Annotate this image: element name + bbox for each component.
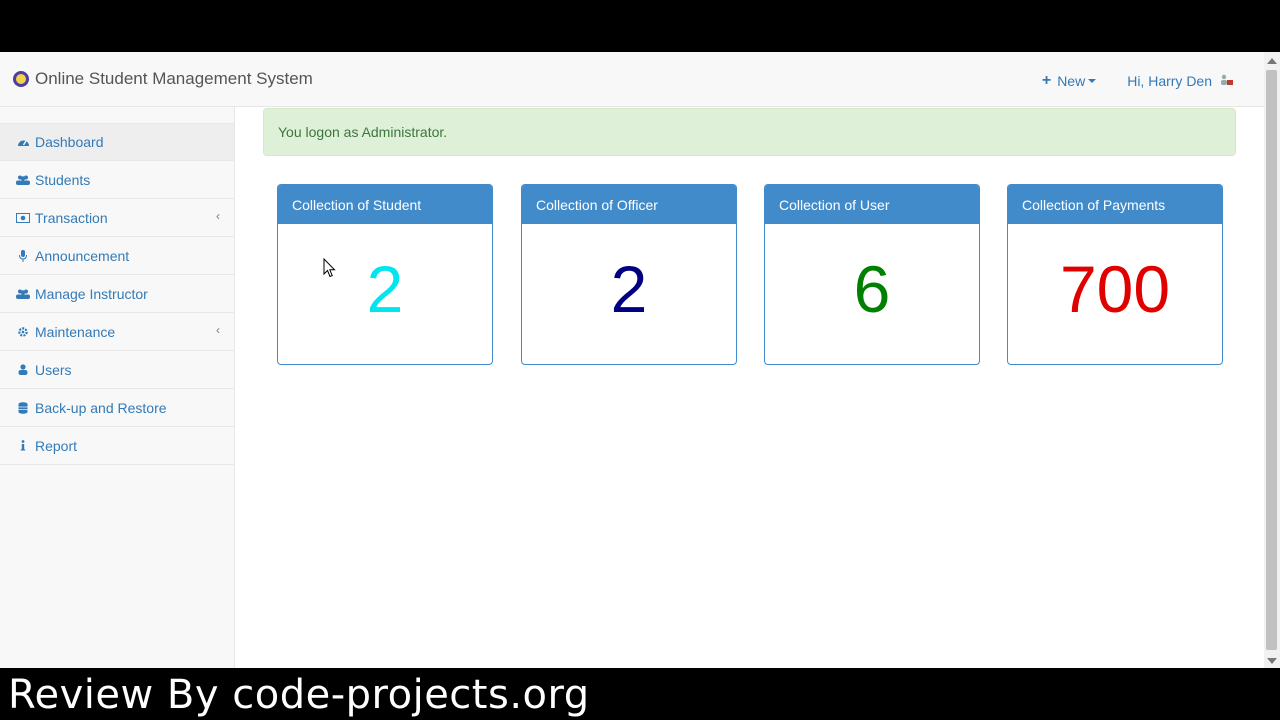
scroll-down-arrow-icon[interactable] <box>1267 658 1277 664</box>
panel-officer[interactable]: Collection of Officer 2 <box>521 184 737 365</box>
new-dropdown-button[interactable]: + New <box>1041 72 1097 89</box>
sidebar-item-label: Manage Instructor <box>35 285 148 302</box>
panel-user[interactable]: Collection of User 6 <box>764 184 980 365</box>
sidebar-item-transaction[interactable]: Transaction ‹ <box>0 199 234 237</box>
microphone-icon <box>16 249 30 262</box>
main-content: You logon as Administrator. Collection o… <box>235 107 1264 668</box>
watermark-text: Review By code-projects.org <box>8 672 590 718</box>
gear-icon <box>16 326 30 338</box>
app-window: Online Student Management System + New H… <box>0 52 1280 668</box>
panel-count: 700 <box>1059 252 1171 326</box>
sidebar-item-users[interactable]: Users <box>0 351 234 389</box>
navbar-right: + New Hi, Harry Den <box>1042 73 1234 89</box>
users-icon <box>16 289 30 299</box>
panel-count: 6 <box>853 252 891 326</box>
caret-down-icon <box>1088 79 1097 83</box>
panel-payments[interactable]: Collection of Payments 700 <box>1007 184 1223 365</box>
user-avatar-icon <box>1220 74 1234 89</box>
panel-title: Collection of Payments <box>1008 185 1222 224</box>
database-icon <box>16 401 30 414</box>
sidebar-item-label: Back-up and Restore <box>35 399 167 416</box>
app-title: Online Student Management System <box>35 69 313 88</box>
user-menu[interactable]: Hi, Harry Den <box>1127 73 1234 89</box>
sidebar-item-label: Transaction <box>35 209 108 226</box>
scrollbar-thumb[interactable] <box>1266 70 1277 650</box>
scroll-up-arrow-icon[interactable] <box>1267 58 1277 64</box>
sidebar-item-label: Dashboard <box>35 134 104 150</box>
panel-title: Collection of User <box>765 185 979 224</box>
brand[interactable]: Online Student Management System <box>13 69 313 89</box>
chevron-left-icon: ‹ <box>216 323 220 337</box>
users-icon <box>16 175 30 185</box>
sidebar-item-label: Users <box>35 361 72 378</box>
dashboard-icon <box>16 137 30 147</box>
sidebar-item-backup-restore[interactable]: Back-up and Restore <box>0 389 234 427</box>
sidebar-item-dashboard[interactable]: Dashboard <box>0 123 234 161</box>
user-greeting: Hi, Harry Den <box>1127 73 1212 89</box>
sidebar-item-maintenance[interactable]: Maintenance ‹ <box>0 313 234 351</box>
panel-title: Collection of Officer <box>522 185 736 224</box>
panel-count: 2 <box>366 252 404 326</box>
sidebar-item-announcement[interactable]: Announcement <box>0 237 234 275</box>
sidebar: Dashboard Students Transaction ‹ Announc… <box>0 107 235 668</box>
sidebar-menu: Dashboard Students Transaction ‹ Announc… <box>0 123 234 465</box>
success-alert: You logon as Administrator. <box>263 108 1236 156</box>
sidebar-item-manage-instructor[interactable]: Manage Instructor <box>0 275 234 313</box>
sidebar-item-students[interactable]: Students <box>0 161 234 199</box>
top-navbar: Online Student Management System + New H… <box>0 52 1264 107</box>
sidebar-item-label: Maintenance <box>35 323 116 340</box>
sidebar-item-label: Announcement <box>35 247 130 264</box>
new-label: New <box>1057 73 1086 89</box>
alert-message: You logon as Administrator. <box>278 124 448 140</box>
user-icon <box>16 364 30 375</box>
panel-student[interactable]: Collection of Student 2 <box>277 184 493 365</box>
logo-icon <box>13 71 29 87</box>
chevron-left-icon: ‹ <box>216 209 220 223</box>
sidebar-item-report[interactable]: Report <box>0 427 234 465</box>
info-icon <box>16 440 30 451</box>
plus-icon: + <box>1041 72 1052 89</box>
video-bottom-bar: Review By code-projects.org <box>0 668 1280 720</box>
sidebar-item-label: Report <box>35 437 78 454</box>
sidebar-item-label: Students <box>35 171 91 188</box>
video-top-bar <box>0 0 1280 52</box>
panel-title: Collection of Student <box>278 185 492 224</box>
panel-count: 2 <box>610 252 648 326</box>
mouse-cursor-icon <box>323 258 336 278</box>
vertical-scrollbar[interactable] <box>1264 52 1280 668</box>
money-icon <box>16 212 30 223</box>
